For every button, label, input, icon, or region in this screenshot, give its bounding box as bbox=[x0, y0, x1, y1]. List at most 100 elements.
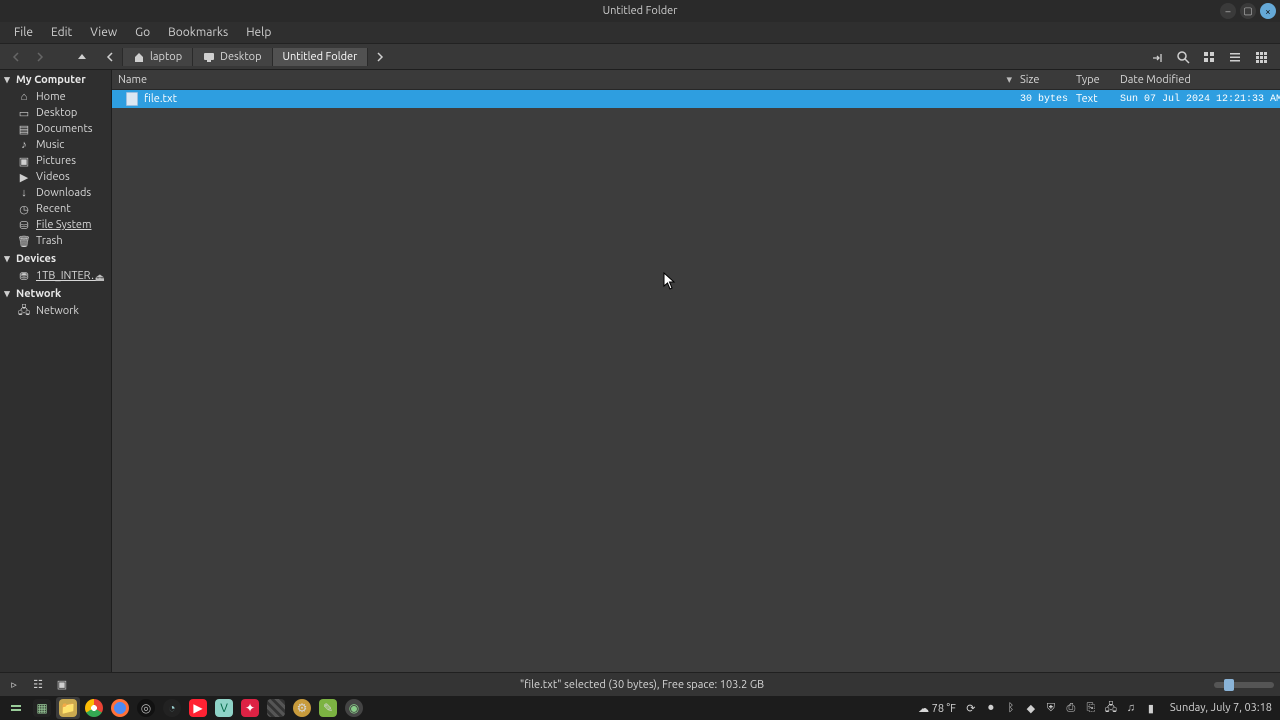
sidebar-item-filesystem[interactable]: ⛁File System bbox=[0, 217, 111, 233]
start-menu-button[interactable] bbox=[4, 697, 28, 719]
column-header-size[interactable]: Size bbox=[1020, 74, 1076, 86]
terminal-toggle-button[interactable]: ▣ bbox=[54, 677, 70, 693]
column-header-name[interactable]: Name ▾ bbox=[112, 73, 1020, 86]
tray-app-icon[interactable]: ◆ bbox=[1024, 701, 1038, 715]
sidebar-item-home[interactable]: ⌂Home bbox=[0, 89, 111, 105]
path-segment-desktop[interactable]: Desktop bbox=[193, 48, 272, 66]
path-prev-button[interactable] bbox=[98, 47, 122, 67]
window-close-button[interactable]: × bbox=[1260, 3, 1276, 19]
window-controls: – ▢ × bbox=[1220, 3, 1276, 19]
sidebar-section-network[interactable]: ▾ Network bbox=[0, 284, 111, 303]
sidebar-item-desktop[interactable]: ▭Desktop bbox=[0, 105, 111, 121]
sidebar-item-device-0[interactable]: ⛃ 1TB_INTER… ⏏ bbox=[0, 268, 111, 284]
menu-view[interactable]: View bbox=[82, 24, 125, 41]
file-list[interactable]: file.txt 30 bytes Text Sun 07 Jul 2024 1… bbox=[112, 90, 1280, 672]
cell-name: file.txt bbox=[112, 92, 1020, 106]
path-segment-current[interactable]: Untitled Folder bbox=[273, 48, 369, 66]
column-label: Type bbox=[1076, 74, 1100, 86]
sidebar-item-label: Music bbox=[36, 139, 64, 151]
toggle-location-button[interactable] bbox=[1146, 47, 1168, 67]
column-header-date[interactable]: Date Modified bbox=[1120, 74, 1280, 86]
task-icon-app-gear[interactable]: ⚙ bbox=[290, 697, 314, 719]
chevron-down-icon: ▾ bbox=[2, 252, 12, 265]
task-icon-app-pen[interactable]: ✎ bbox=[316, 697, 340, 719]
desktop-icon: ▭ bbox=[18, 107, 30, 119]
task-icon-app-stripes[interactable] bbox=[264, 697, 288, 719]
sidebar-item-trash[interactable]: 🗑Trash bbox=[0, 233, 111, 249]
statusbar: ▹ ☷ ▣ "file.txt" selected (30 bytes), Fr… bbox=[0, 672, 1280, 696]
volume-icon[interactable]: ♫ bbox=[1124, 701, 1138, 715]
nav-back-button[interactable] bbox=[4, 47, 28, 67]
task-icon-steam[interactable]: ◔ bbox=[160, 697, 184, 719]
panel-launchers: ▦ 📁 ◎ ◔ ▶ V ✦ ⚙ ✎ ◉ bbox=[4, 697, 366, 719]
path-segment-label: Desktop bbox=[220, 51, 261, 63]
menu-file[interactable]: File bbox=[6, 24, 41, 41]
path-segment-home[interactable]: laptop bbox=[122, 48, 193, 66]
cell-type: Text bbox=[1076, 93, 1120, 105]
weather-applet[interactable]: ☁ 78 °F bbox=[918, 702, 956, 715]
record-icon[interactable]: ⏺ bbox=[984, 701, 998, 715]
shield-icon[interactable]: ⛨ bbox=[1044, 701, 1058, 715]
task-icon-vnc[interactable]: V bbox=[212, 697, 236, 719]
search-button[interactable] bbox=[1172, 47, 1194, 67]
clipboard-icon[interactable]: ⎘ bbox=[1084, 701, 1098, 715]
task-icon-chrome[interactable] bbox=[82, 697, 106, 719]
view-compact-button[interactable] bbox=[1250, 47, 1272, 67]
task-icon-obs[interactable]: ◎ bbox=[134, 697, 158, 719]
tree-toggle-button[interactable]: ☷ bbox=[30, 677, 46, 693]
sidebar-item-label: Home bbox=[36, 91, 66, 103]
titlebar: Untitled Folder – ▢ × bbox=[0, 0, 1280, 22]
battery-icon[interactable]: ▮ bbox=[1144, 701, 1158, 715]
column-header-type[interactable]: Type bbox=[1076, 74, 1120, 86]
file-row[interactable]: file.txt 30 bytes Text Sun 07 Jul 2024 1… bbox=[112, 90, 1280, 108]
view-list-button[interactable] bbox=[1224, 47, 1246, 67]
task-icon-files[interactable]: 📁 bbox=[56, 697, 80, 719]
sidebar-section-my-computer[interactable]: ▾ My Computer bbox=[0, 70, 111, 89]
window-minimize-button[interactable]: – bbox=[1220, 3, 1236, 19]
nav-up-button[interactable] bbox=[70, 47, 94, 67]
task-icon-firefox[interactable] bbox=[108, 697, 132, 719]
sidebar-item-recent[interactable]: ◷Recent bbox=[0, 201, 111, 217]
path-next-button[interactable] bbox=[368, 47, 392, 67]
eject-icon[interactable]: ⏏ bbox=[95, 271, 105, 284]
bluetooth-icon[interactable]: ᛒ bbox=[1004, 701, 1018, 715]
zoom-slider-thumb[interactable] bbox=[1224, 679, 1234, 691]
window-maximize-button[interactable]: ▢ bbox=[1240, 3, 1256, 19]
task-icon-system-monitor[interactable]: ▦ bbox=[30, 697, 54, 719]
task-icon-app-red[interactable]: ✦ bbox=[238, 697, 262, 719]
places-toggle-button[interactable]: ▹ bbox=[6, 677, 22, 693]
column-label: Size bbox=[1020, 74, 1039, 86]
zoom-slider[interactable] bbox=[1214, 682, 1274, 688]
updates-icon[interactable]: ⟳ bbox=[964, 701, 978, 715]
recent-icon: ◷ bbox=[18, 203, 30, 215]
menu-bookmarks[interactable]: Bookmarks bbox=[160, 24, 236, 41]
chevron-down-icon: ▾ bbox=[2, 73, 12, 86]
nav-forward-button[interactable] bbox=[28, 47, 52, 67]
clock-text: Sunday, July 7, 03:18 bbox=[1170, 702, 1272, 714]
path-segment-label: laptop bbox=[150, 51, 182, 63]
task-icon-youtube[interactable]: ▶ bbox=[186, 697, 210, 719]
window-title: Untitled Folder bbox=[603, 5, 678, 17]
chevron-down-icon: ▾ bbox=[2, 287, 12, 300]
sidebar-item-network[interactable]: 🖧Network bbox=[0, 303, 111, 319]
sidebar-section-label: Devices bbox=[16, 253, 56, 265]
menu-go[interactable]: Go bbox=[127, 24, 158, 41]
sidebar-item-downloads[interactable]: ↓Downloads bbox=[0, 185, 111, 201]
task-icon-mint-menu[interactable]: ◉ bbox=[342, 697, 366, 719]
cell-date: Sun 07 Jul 2024 12:21:33 AM PDT bbox=[1120, 94, 1280, 105]
menu-help[interactable]: Help bbox=[238, 24, 279, 41]
panel-clock[interactable]: Sunday, July 7, 03:18 bbox=[1166, 702, 1276, 714]
printer-icon[interactable]: ⎙ bbox=[1064, 701, 1078, 715]
sidebar-item-documents[interactable]: ▤Documents bbox=[0, 121, 111, 137]
sidebar-section-devices[interactable]: ▾ Devices bbox=[0, 249, 111, 268]
sidebar-item-pictures[interactable]: ▣Pictures bbox=[0, 153, 111, 169]
sidebar-item-label: Trash bbox=[36, 235, 63, 247]
sidebar-item-videos[interactable]: ▶Videos bbox=[0, 169, 111, 185]
sidebar-item-music[interactable]: ♪ Music bbox=[0, 137, 111, 153]
cell-size: 30 bytes bbox=[1020, 94, 1076, 105]
sidebar-item-label: Network bbox=[36, 305, 79, 317]
network-tray-icon[interactable]: 🖧 bbox=[1104, 701, 1118, 715]
view-icons-button[interactable] bbox=[1198, 47, 1220, 67]
music-icon: ♪ bbox=[18, 139, 30, 151]
menu-edit[interactable]: Edit bbox=[43, 24, 80, 41]
